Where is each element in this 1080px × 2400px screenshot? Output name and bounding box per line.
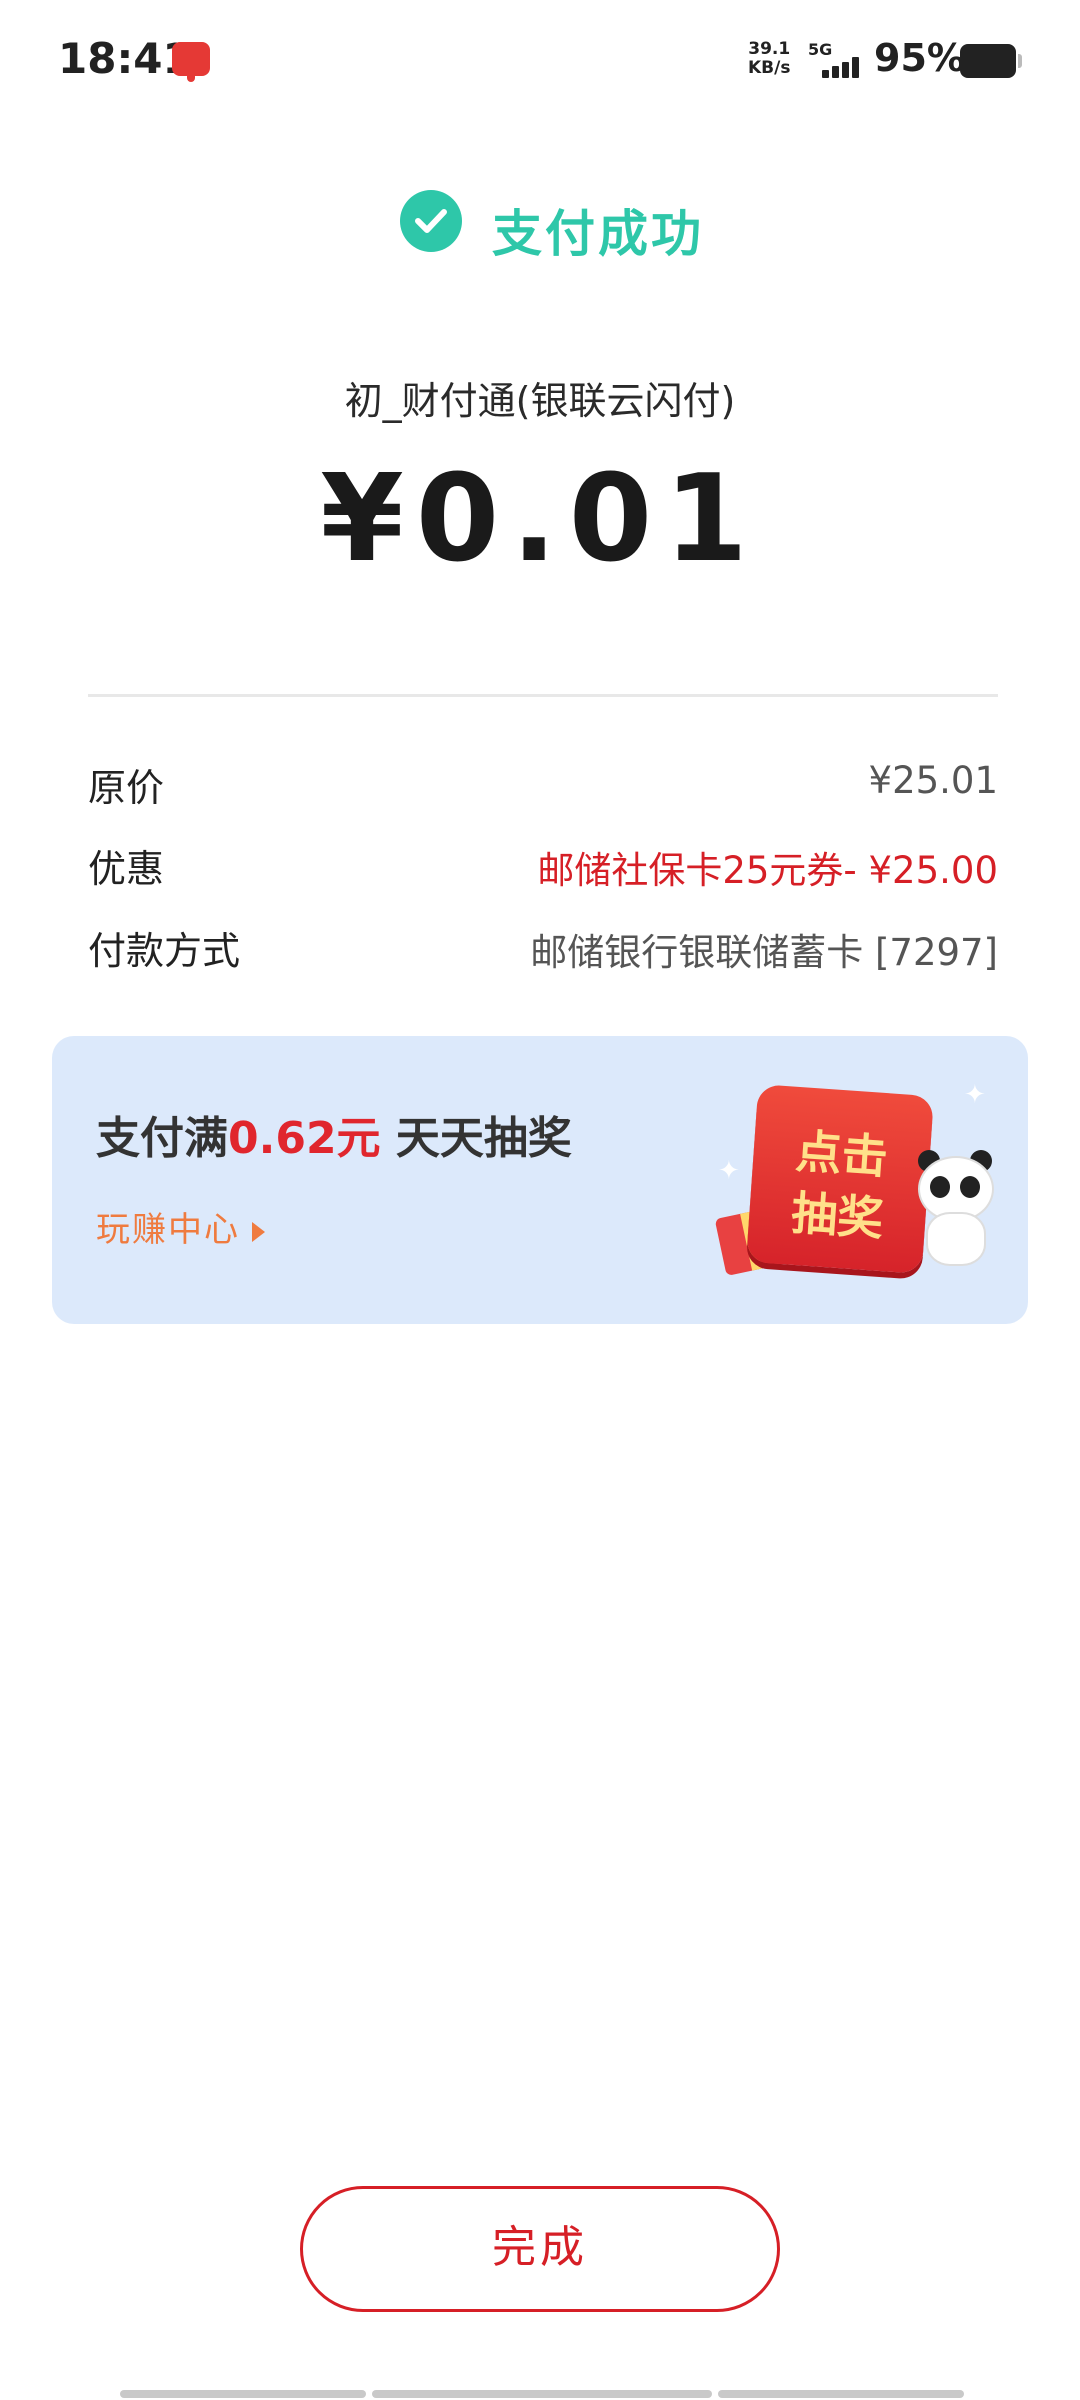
earn-center-link[interactable]: 玩赚中心 (96, 1202, 265, 1251)
paid-amount: ¥0.01 (320, 450, 760, 589)
promo-title-prefix: 支付满 (96, 1113, 228, 1164)
status-bar: 18:41 39.1 KB/s 5G 95% (0, 0, 1080, 120)
network-speed-value: 39.1 (748, 39, 791, 59)
done-button[interactable]: 完成 (300, 2186, 780, 2312)
app-notification-icon (172, 42, 210, 82)
lottery-button-line2: 抽奖 (789, 1185, 886, 1247)
battery-percentage: 95% (874, 36, 965, 80)
detail-value: ¥25.01 (868, 759, 998, 802)
detail-row-original-price: 原价 ¥25.01 (88, 757, 998, 813)
earn-center-label: 玩赚中心 (96, 1210, 240, 1250)
promo-title-amount: 0.62元 (228, 1113, 381, 1164)
gesture-bar[interactable] (372, 2390, 712, 2398)
detail-label: 优惠 (88, 847, 165, 891)
success-check-icon (400, 190, 462, 252)
success-title: 支付成功 (492, 205, 704, 263)
gesture-bar[interactable] (718, 2390, 964, 2398)
merchant-name: 初_财付通(银联云闪付) (344, 379, 736, 423)
detail-label: 原价 (88, 766, 165, 810)
sparkle-icon: ✦ (964, 1080, 986, 1110)
detail-row-discount: 优惠 邮储社保卡25元券- ¥25.00 (88, 838, 998, 894)
detail-value: 邮储社保卡25元券- ¥25.00 (537, 849, 998, 892)
lottery-promo-card[interactable]: 支付满0.62元 天天抽奖 玩赚中心 ✦ ✦ 点击 抽奖 (52, 1036, 1028, 1324)
panda-mascot-icon (912, 1150, 996, 1266)
promo-title: 支付满0.62元 天天抽奖 (96, 1102, 572, 1166)
network-speed: 39.1 KB/s (748, 40, 790, 78)
detail-value: 邮储银行银联储蓄卡 [7297] (530, 931, 998, 974)
network-speed-unit: KB/s (748, 58, 791, 78)
gesture-bar[interactable] (120, 2390, 366, 2398)
payment-success-header: 支付成功 (0, 190, 1080, 263)
sparkle-icon: ✦ (718, 1156, 740, 1186)
detail-label: 付款方式 (88, 929, 241, 973)
battery-icon (960, 44, 1022, 78)
lottery-button[interactable]: 点击 抽奖 (746, 1084, 934, 1274)
detail-row-payment-method: 付款方式 邮储银行银联储蓄卡 [7297] (88, 920, 998, 976)
triangle-right-icon (252, 1221, 265, 1242)
divider (88, 694, 998, 697)
promo-title-suffix: 天天抽奖 (380, 1113, 572, 1164)
signal-icon (812, 56, 864, 78)
